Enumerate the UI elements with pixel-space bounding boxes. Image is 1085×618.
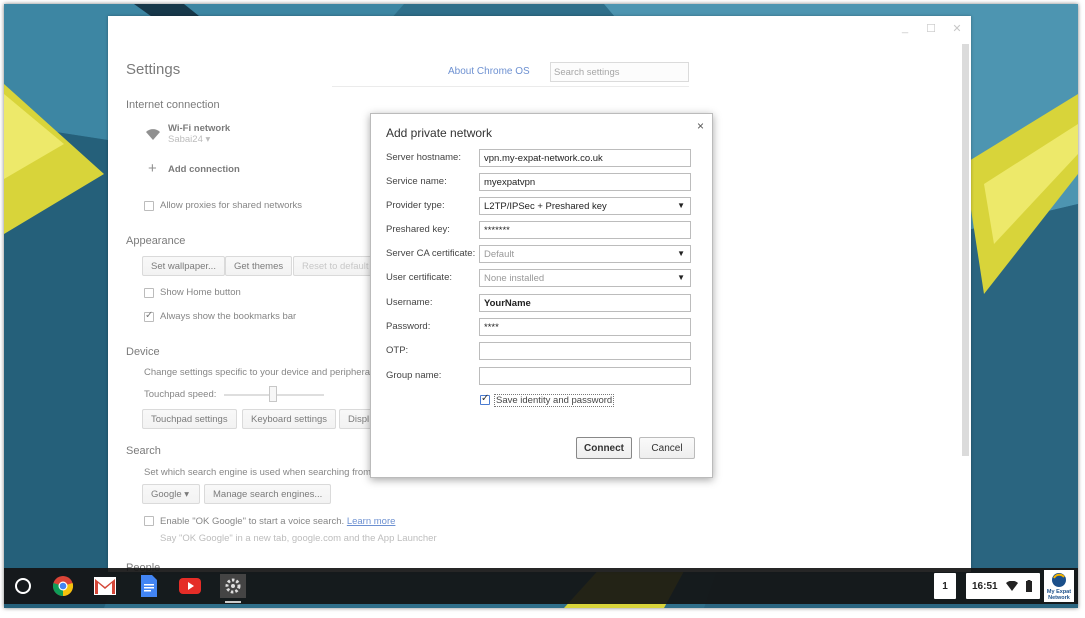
settings-window: _ ☐ ✕ Settings About Chrome OS Internet … (108, 16, 971, 572)
password-input[interactable]: **** (479, 318, 691, 336)
otp-input[interactable] (479, 342, 691, 360)
notification-count[interactable]: 1 (934, 573, 956, 599)
clock: 16:51 (972, 580, 998, 592)
otp-label: OTP: (386, 345, 409, 356)
service-name-input[interactable]: myexpatvpn (479, 173, 691, 191)
user-cert-label: User certificate: (386, 272, 452, 283)
cancel-button[interactable]: Cancel (639, 437, 695, 459)
chrome-icon[interactable] (50, 574, 76, 598)
desktop: _ ☐ ✕ Settings About Chrome OS Internet … (4, 4, 1078, 608)
battery-icon (1025, 580, 1032, 592)
server-hostname-label: Server hostname: (386, 152, 461, 163)
my-expat-network-logo: My Expat Network (1044, 570, 1074, 602)
logo-text: My Expat Network (1046, 589, 1072, 601)
username-label: Username: (386, 297, 433, 308)
group-name-input[interactable] (479, 367, 691, 385)
close-icon[interactable]: × (697, 119, 704, 133)
dropdown-arrow-icon: ▼ (677, 201, 685, 210)
gmail-icon[interactable] (92, 574, 118, 598)
service-name-label: Service name: (386, 176, 447, 187)
server-hostname-input[interactable]: vpn.my-expat-network.co.uk (479, 149, 691, 167)
save-identity-label: Save identity and password (494, 394, 615, 407)
preshared-key-label: Preshared key: (386, 224, 450, 235)
launcher-icon[interactable] (10, 574, 36, 598)
provider-type-label: Provider type: (386, 200, 445, 211)
dropdown-arrow-icon: ▼ (677, 249, 685, 258)
group-name-label: Group name: (386, 370, 442, 381)
dialog-title: Add private network (386, 126, 493, 140)
server-ca-label: Server CA certificate: (386, 248, 476, 259)
status-tray[interactable]: 16:51 (966, 573, 1040, 599)
user-cert-select[interactable]: None installed ▼ (479, 269, 691, 287)
active-app-indicator (225, 601, 241, 603)
connect-button[interactable]: Connect (576, 437, 632, 459)
youtube-icon[interactable] (177, 574, 203, 598)
dropdown-arrow-icon: ▼ (677, 273, 685, 282)
password-label: Password: (386, 321, 431, 332)
server-ca-select[interactable]: Default ▼ (479, 245, 691, 263)
wifi-icon (1005, 581, 1018, 591)
username-input[interactable]: YourName (479, 294, 691, 312)
provider-type-select[interactable]: L2TP/IPSec + Preshared key ▼ (479, 197, 691, 215)
shelf: 1 16:51 My Expat Network (4, 568, 1078, 604)
preshared-key-input[interactable]: ******* (479, 221, 691, 239)
docs-icon[interactable] (136, 574, 162, 598)
save-identity-checkbox[interactable] (480, 393, 490, 405)
settings-icon[interactable] (220, 574, 246, 598)
add-private-network-dialog: Add private network × Server hostname: v… (370, 113, 713, 478)
